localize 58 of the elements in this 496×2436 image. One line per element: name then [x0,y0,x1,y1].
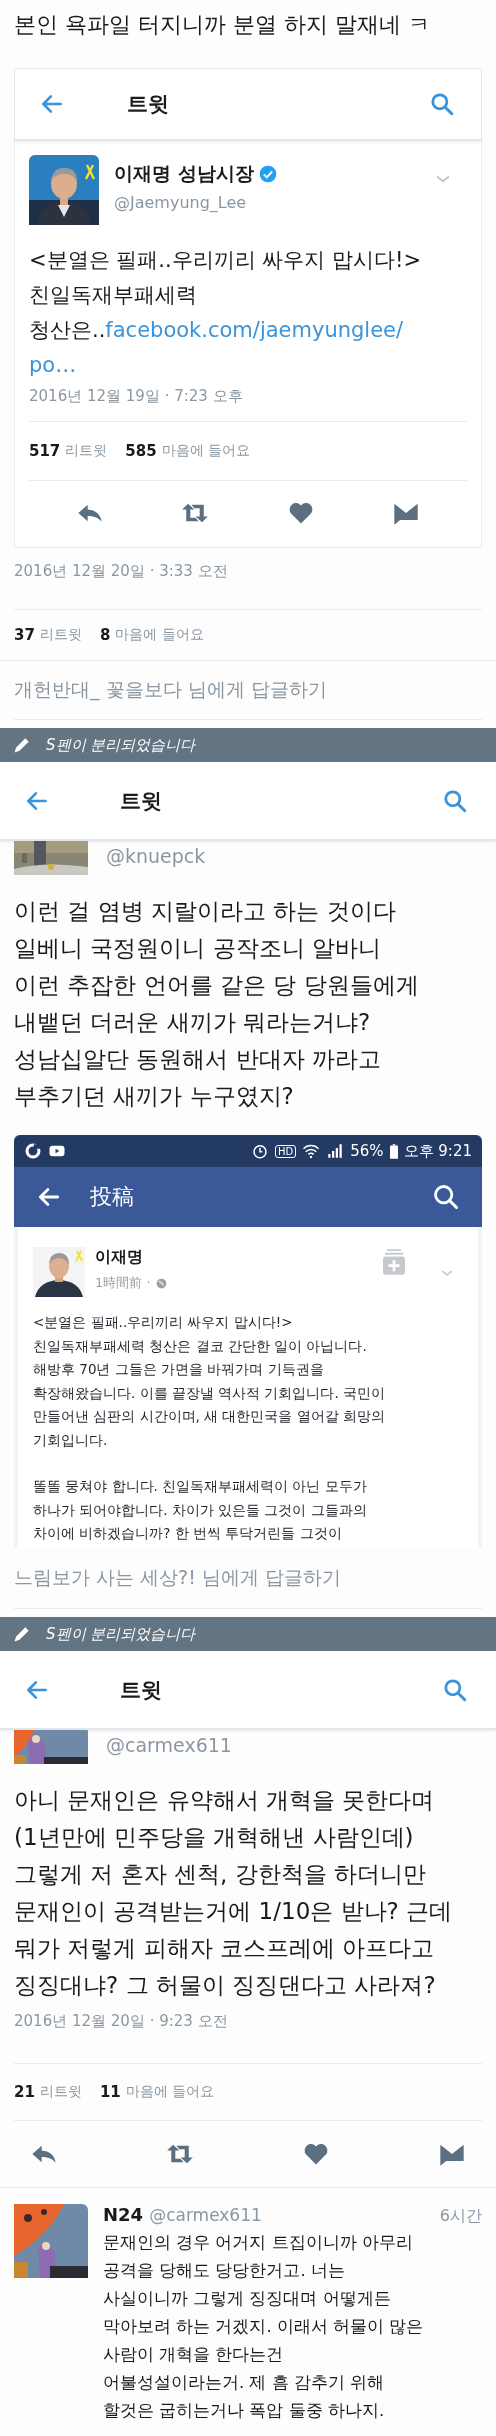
author-handle: @knuepck [106,845,206,867]
link[interactable]: po… [29,353,77,377]
wifi-icon [302,1142,321,1160]
tweet-text: 이런 걸 염병 지랄이라고 하는 것이다 일베니 국정원이니 공작조니 알바니 이런 추잡한 언어를 같은 당 당원들에게 내뱉던 더러운 새끼가 뭐라는거냐? 성남십알단 동원해서 반대자 까라고 부추기던 새끼가 누구였지? [13,897,420,1111]
header-title: 트윗 [120,1676,162,1704]
author-handle: @carmex611 [106,1734,232,1756]
stat-count: 21 [14,2083,35,2101]
search-icon[interactable] [442,1676,468,1703]
tweet-text-line: <분열은 필패..우리끼리 싸우지 맙시다!> [29,247,422,274]
search-icon[interactable] [432,1183,460,1211]
app-logo-icon [24,1142,42,1160]
search-icon[interactable] [442,787,468,814]
stat-label: 마음에 들어요 [115,626,204,644]
tweet-text: 아니 문재인은 유약해서 개혁을 못한다며 (1년만에 민주당을 개혁해낸 사람인데) 그렇게 저 혼자 센척, 강한척을 하더니만 문재인이 공격받는거에 1/10은 받나? 근데 뭐가 저렇게 피해자 코스프레에 아프다고 징징대냐? 그 허물이 징징댄다고 사라져? [13,1786,454,2000]
clock: 오후 9:21 [403,1141,472,1161]
post-text: <분열은 필패..우리끼리 싸우지 맙시다!> 친일독재부패세력 청산은 결코 간단한 일이 아닙니다. 해방후 70년 그들은 가면을 바꿔가며 기득권을 확장해왔습니다. 이를 끝장낼 역사적 기회입니다. 국민이 만들어낸 심판의 시간이며, 새 대한민국을 열어갈 희망의 기회입니다. [33,1313,387,1450]
notification-text: S펜이 분리되었습니다 [46,735,196,755]
stat-label: 리트윗 [65,442,108,460]
stat-label: 리트윗 [39,626,82,644]
tweet-time: 6시간 [439,2206,482,2227]
header-title: 投稿 [90,1183,134,1211]
search-icon[interactable] [429,91,455,117]
tweet-date: 2016년 12월 19일 · 7:23 오후 [29,387,467,422]
hd-label: HD [274,1144,297,1158]
stat-count: 11 [99,2083,121,2101]
stat-count: 8 [99,626,111,644]
tweet-text: 문재인의 경우 어거지 트집이니까 아무리 공격을 당해도 당당한거고. 너는 사실이니까 그렇게 징징대며 어떻게든 막아보려 하는 거겠지. 이래서 허물이 많은 사람이 개혁을 한다는건 어불성설이라는거. 제 흠 감추기 위해 할것은 굽히는거나 폭압 둘중 하나지. [103,2232,425,2422]
author-name: N24 [103,2204,144,2225]
reply-prompt[interactable]: 느림보가 사는 세상?! 님에게 답글하기 [14,1565,341,1591]
tweet-text-line: 청산은.. [29,318,106,342]
alarm-icon [250,1142,269,1160]
author-handle: @Jaemyung_Lee [114,193,248,212]
pen-icon [12,735,32,755]
battery-icon [389,1143,398,1159]
signal-icon [326,1142,345,1160]
stat-count: 517 [29,442,61,460]
notification-text: S펜이 분리되었습니다 [46,1624,196,1644]
reply-prompt[interactable]: 개헌반대_ 꽃을보다 님에게 답글하기 [14,677,327,703]
tweet-date: 2016년 12월 20일 · 9:23 오전 [14,2004,482,2064]
author-name: 이재명 성남시장 [114,161,254,186]
stat-count: 37 [14,626,35,644]
battery-percent: 56% [350,1142,384,1160]
stat-count: 585 [125,442,157,460]
stat-label: 마음에 들어요 [125,2083,215,2101]
stat-label: 리트윗 [39,2083,82,2101]
header-title: 트윗 [120,787,162,815]
globe-icon [154,1276,168,1290]
header-title: 트윗 [127,91,169,118]
stat-label: 마음에 들어요 [161,442,251,460]
post-text: 똘똘 뭉쳐야 합니다. 친일독재부패세력이 아닌 모두가 하나가 되어야합니다. 차이가 있은들 그것이 그들과의 차이에 비하겠습니까? 한 번씩 투닥거린들 그것이 [33,1477,368,1543]
author-handle: @carmex611 [149,2205,262,2225]
pen-icon [12,1624,32,1644]
tweet-date: 2016년 12월 20일 · 3:33 오전 [14,548,482,610]
post-title: 본인 욕파일 터지니까 분열 하지 말재네 ㅋ [13,11,431,39]
link[interactable]: facebook.com/jaemyunglee/ [105,318,404,342]
author-name: 이재명 [95,1247,143,1266]
post-time: 1時間前 · [95,1274,151,1292]
tweet-text-line: 친일독재부패세력 [29,282,198,309]
